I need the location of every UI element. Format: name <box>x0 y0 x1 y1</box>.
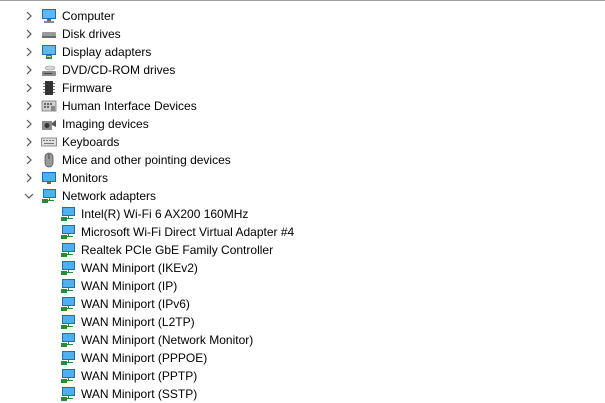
tree-child-item[interactable]: Microsoft Wi-Fi Direct Virtual Adapter #… <box>0 223 605 241</box>
tree-child-label: WAN Miniport (PPTP) <box>81 369 198 383</box>
tree-item-label: Firmware <box>62 81 112 95</box>
chevron-right-icon[interactable] <box>23 172 35 184</box>
tree-item-display-adapters[interactable]: Display adapters <box>0 43 605 61</box>
dvd-drive-icon <box>41 62 57 78</box>
chevron-right-icon[interactable] <box>23 118 35 130</box>
tree-item-label: Human Interface Devices <box>62 99 197 113</box>
tree-item-label: Network adapters <box>62 189 157 203</box>
network-adapter-icon <box>60 296 76 312</box>
tree-child-item[interactable]: WAN Miniport (IKEv2) <box>0 259 605 277</box>
network-adapter-icon <box>60 368 76 384</box>
network-adapter-icon <box>60 260 76 276</box>
keyboard-icon <box>41 134 57 150</box>
tree-item-label: Mice and other pointing devices <box>62 153 231 167</box>
chevron-right-icon[interactable] <box>23 10 35 22</box>
tree-item-label: Disk drives <box>62 27 121 41</box>
tree-item-disk-drives[interactable]: Disk drives <box>0 25 605 43</box>
tree-child-label: WAN Miniport (Network Monitor) <box>81 333 254 347</box>
tree-child-item[interactable]: WAN Miniport (PPTP) <box>0 367 605 385</box>
mouse-icon <box>41 152 57 168</box>
tree-child-label: WAN Miniport (PPPOE) <box>81 351 208 365</box>
device-tree: Computer Disk drives Display adapters DV… <box>0 7 605 403</box>
network-adapter-icon <box>41 188 57 204</box>
network-adapter-icon <box>60 386 76 402</box>
chevron-down-icon[interactable] <box>23 190 35 202</box>
network-adapter-icon <box>60 350 76 366</box>
tree-item-label: Display adapters <box>62 45 152 59</box>
chevron-right-icon[interactable] <box>23 28 35 40</box>
tree-item-firmware[interactable]: Firmware <box>0 79 605 97</box>
top-border <box>0 0 605 1</box>
camera-icon <box>41 116 57 132</box>
tree-item-human-interface-devices[interactable]: Human Interface Devices <box>0 97 605 115</box>
tree-child-label: Intel(R) Wi-Fi 6 AX200 160MHz <box>81 207 249 221</box>
network-adapter-icon <box>60 224 76 240</box>
display-adapter-icon <box>41 44 57 60</box>
tree-child-item[interactable]: WAN Miniport (IP) <box>0 277 605 295</box>
tree-item-dvd-drives[interactable]: DVD/CD-ROM drives <box>0 61 605 79</box>
hid-keyboard-icon <box>41 98 57 114</box>
disk-drive-icon <box>41 26 57 42</box>
tree-item-label: Computer <box>62 9 115 23</box>
network-adapter-icon <box>60 314 76 330</box>
firmware-chip-icon <box>41 80 57 96</box>
tree-child-item[interactable]: WAN Miniport (PPPOE) <box>0 349 605 367</box>
network-adapter-icon <box>60 332 76 348</box>
chevron-right-icon[interactable] <box>23 100 35 112</box>
tree-item-mice[interactable]: Mice and other pointing devices <box>0 151 605 169</box>
tree-item-monitors[interactable]: Monitors <box>0 169 605 187</box>
tree-child-item[interactable]: WAN Miniport (Network Monitor) <box>0 331 605 349</box>
tree-item-label: DVD/CD-ROM drives <box>62 63 176 77</box>
tree-child-item[interactable]: WAN Miniport (IPv6) <box>0 295 605 313</box>
chevron-right-icon[interactable] <box>23 154 35 166</box>
chevron-right-icon[interactable] <box>23 64 35 76</box>
tree-child-item[interactable]: Intel(R) Wi-Fi 6 AX200 160MHz <box>0 205 605 223</box>
tree-item-network-adapters[interactable]: Network adapters <box>0 187 605 205</box>
tree-child-item[interactable]: WAN Miniport (L2TP) <box>0 313 605 331</box>
tree-child-label: WAN Miniport (L2TP) <box>81 315 195 329</box>
tree-child-label: WAN Miniport (IPv6) <box>81 297 190 311</box>
tree-child-label: WAN Miniport (SSTP) <box>81 387 198 401</box>
monitor-icon <box>41 170 57 186</box>
network-adapter-icon <box>60 278 76 294</box>
tree-child-label: Microsoft Wi-Fi Direct Virtual Adapter #… <box>81 225 295 239</box>
network-adapter-icon <box>60 242 76 258</box>
tree-item-label: Keyboards <box>62 135 120 149</box>
tree-child-item[interactable]: WAN Miniport (SSTP) <box>0 385 605 403</box>
tree-child-label: WAN Miniport (IKEv2) <box>81 261 198 275</box>
network-adapter-icon <box>60 206 76 222</box>
chevron-right-icon[interactable] <box>23 82 35 94</box>
computer-icon <box>41 8 57 24</box>
tree-item-keyboards[interactable]: Keyboards <box>0 133 605 151</box>
tree-item-label: Monitors <box>62 171 109 185</box>
chevron-right-icon[interactable] <box>23 46 35 58</box>
tree-child-item[interactable]: Realtek PCIe GbE Family Controller <box>0 241 605 259</box>
tree-child-label: WAN Miniport (IP) <box>81 279 178 293</box>
chevron-right-icon[interactable] <box>23 136 35 148</box>
tree-child-label: Realtek PCIe GbE Family Controller <box>81 243 274 257</box>
tree-item-imaging-devices[interactable]: Imaging devices <box>0 115 605 133</box>
tree-item-computer[interactable]: Computer <box>0 7 605 25</box>
tree-item-label: Imaging devices <box>62 117 149 131</box>
